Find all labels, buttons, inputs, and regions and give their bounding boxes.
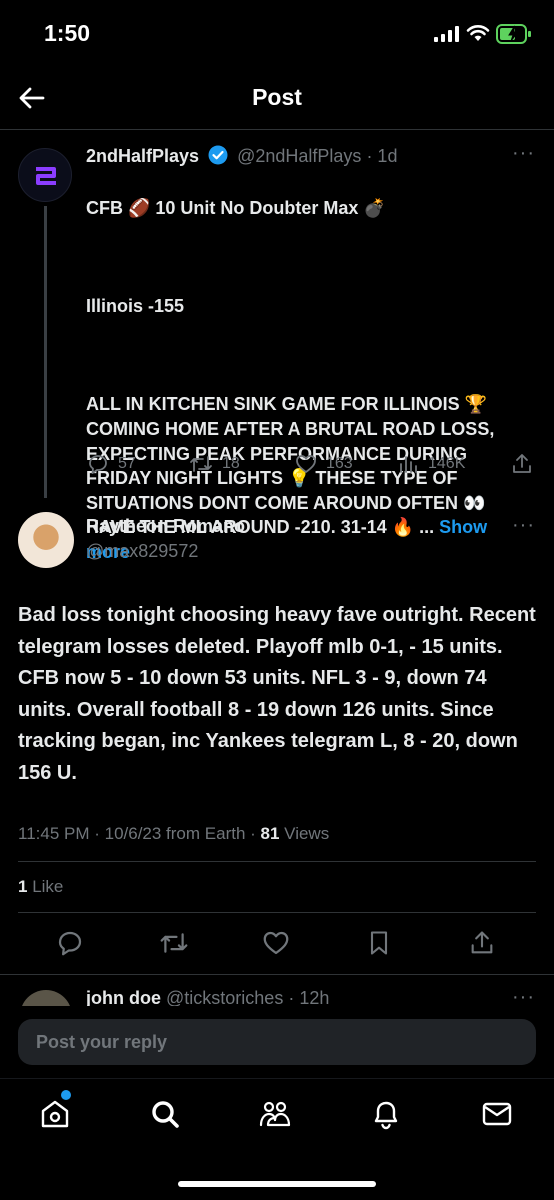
next-reply-handle[interactable]: @tickstoriches <box>166 988 283 1006</box>
battery-charging-icon <box>496 24 531 44</box>
views-icon <box>400 456 417 473</box>
next-reply-preview[interactable]: john doe @tickstoriches · 12h ··· <box>0 976 554 1006</box>
reply-author-avatar[interactable] <box>18 512 74 568</box>
share-icon[interactable] <box>468 928 496 958</box>
notifications-icon[interactable] <box>369 1097 403 1131</box>
post-actions: 57 18 163 146K <box>86 452 536 478</box>
divider <box>18 861 536 862</box>
reply-more-options-icon[interactable]: ··· <box>512 514 535 537</box>
post-header: Post <box>0 68 554 130</box>
author-handle[interactable]: @2ndHalfPlays <box>237 146 361 166</box>
like-action[interactable]: 163 <box>294 452 353 476</box>
home-notification-dot <box>61 1090 71 1100</box>
cellular-signal-icon <box>434 26 459 42</box>
original-post-text[interactable]: CFB 🏈 10 Unit No Doubter Max 💣 Illinois … <box>86 171 526 565</box>
post-meta: 11:45 PM · 10/6/23 from Earth · 81 Views <box>18 824 329 844</box>
reply-post-actions <box>0 928 554 960</box>
page-title: Post <box>252 84 302 110</box>
reply-composer[interactable]: Post your reply <box>18 1019 536 1065</box>
like-icon[interactable] <box>261 928 291 958</box>
likes-summary[interactable]: 1 Like <box>18 877 63 897</box>
next-reply-more-options-icon[interactable]: ··· <box>512 986 535 1006</box>
next-reply-avatar[interactable] <box>20 990 72 1006</box>
status-time: 1:50 <box>44 20 91 46</box>
original-author-row[interactable]: 2ndHalfPlays @2ndHalfPlays · 1d <box>86 145 397 167</box>
divider <box>18 912 536 913</box>
status-bar: 1:50 <box>0 0 554 68</box>
wifi-icon <box>466 25 490 41</box>
divider <box>0 974 554 975</box>
search-icon[interactable] <box>148 1097 182 1131</box>
repost-icon[interactable] <box>158 928 190 958</box>
post-timestamp: 11:45 PM · 10/6/23 from Earth · <box>18 824 261 843</box>
repost-action[interactable]: 18 <box>188 452 240 476</box>
bookmark-icon[interactable] <box>365 928 393 958</box>
next-reply-author-name[interactable]: john doe <box>86 988 161 1006</box>
share-action[interactable] <box>510 452 534 476</box>
reply-input-placeholder[interactable]: Post your reply <box>36 1032 167 1053</box>
verified-icon <box>208 145 228 165</box>
reply-icon <box>89 455 107 474</box>
view-count: 81 <box>260 824 280 843</box>
next-reply-age: · 12h <box>288 988 330 1006</box>
home-icon[interactable] <box>38 1097 72 1131</box>
brand-logo-icon <box>36 167 56 185</box>
messages-icon[interactable] <box>480 1097 514 1131</box>
views-count: 146K <box>428 455 466 472</box>
next-reply-author-row[interactable]: john doe @tickstoriches · 12h <box>86 988 329 1006</box>
more-options-icon[interactable]: ··· <box>512 142 535 165</box>
views-action[interactable]: 146K <box>398 452 465 476</box>
like-icon <box>296 455 316 473</box>
post-line-1: CFB 🏈 10 Unit No Doubter Max 💣 <box>86 197 386 218</box>
reply-author-handle[interactable]: @max829572 <box>86 541 198 562</box>
reply-author-name[interactable]: Raytheon Romano <box>86 516 245 537</box>
repost-icon <box>190 456 212 472</box>
reply-count: 57 <box>118 455 136 472</box>
post-age: · 1d <box>366 146 398 166</box>
share-icon <box>513 454 531 473</box>
home-indicator[interactable] <box>178 1181 376 1187</box>
views-label: Views <box>279 824 330 843</box>
author-name[interactable]: 2ndHalfPlays <box>86 146 199 166</box>
thread-connector <box>44 206 47 498</box>
like-count: 163 <box>326 455 353 472</box>
communities-icon[interactable] <box>258 1097 292 1131</box>
repost-count: 18 <box>222 455 240 472</box>
author-avatar[interactable] <box>18 148 72 202</box>
reply-action[interactable]: 57 <box>86 452 136 476</box>
reply-post-text[interactable]: Bad loss tonight choosing heavy fave out… <box>18 600 542 790</box>
post-line-2: Illinois -155 <box>86 295 185 316</box>
reply-icon[interactable] <box>55 928 85 958</box>
likes-label: Like <box>27 877 64 896</box>
